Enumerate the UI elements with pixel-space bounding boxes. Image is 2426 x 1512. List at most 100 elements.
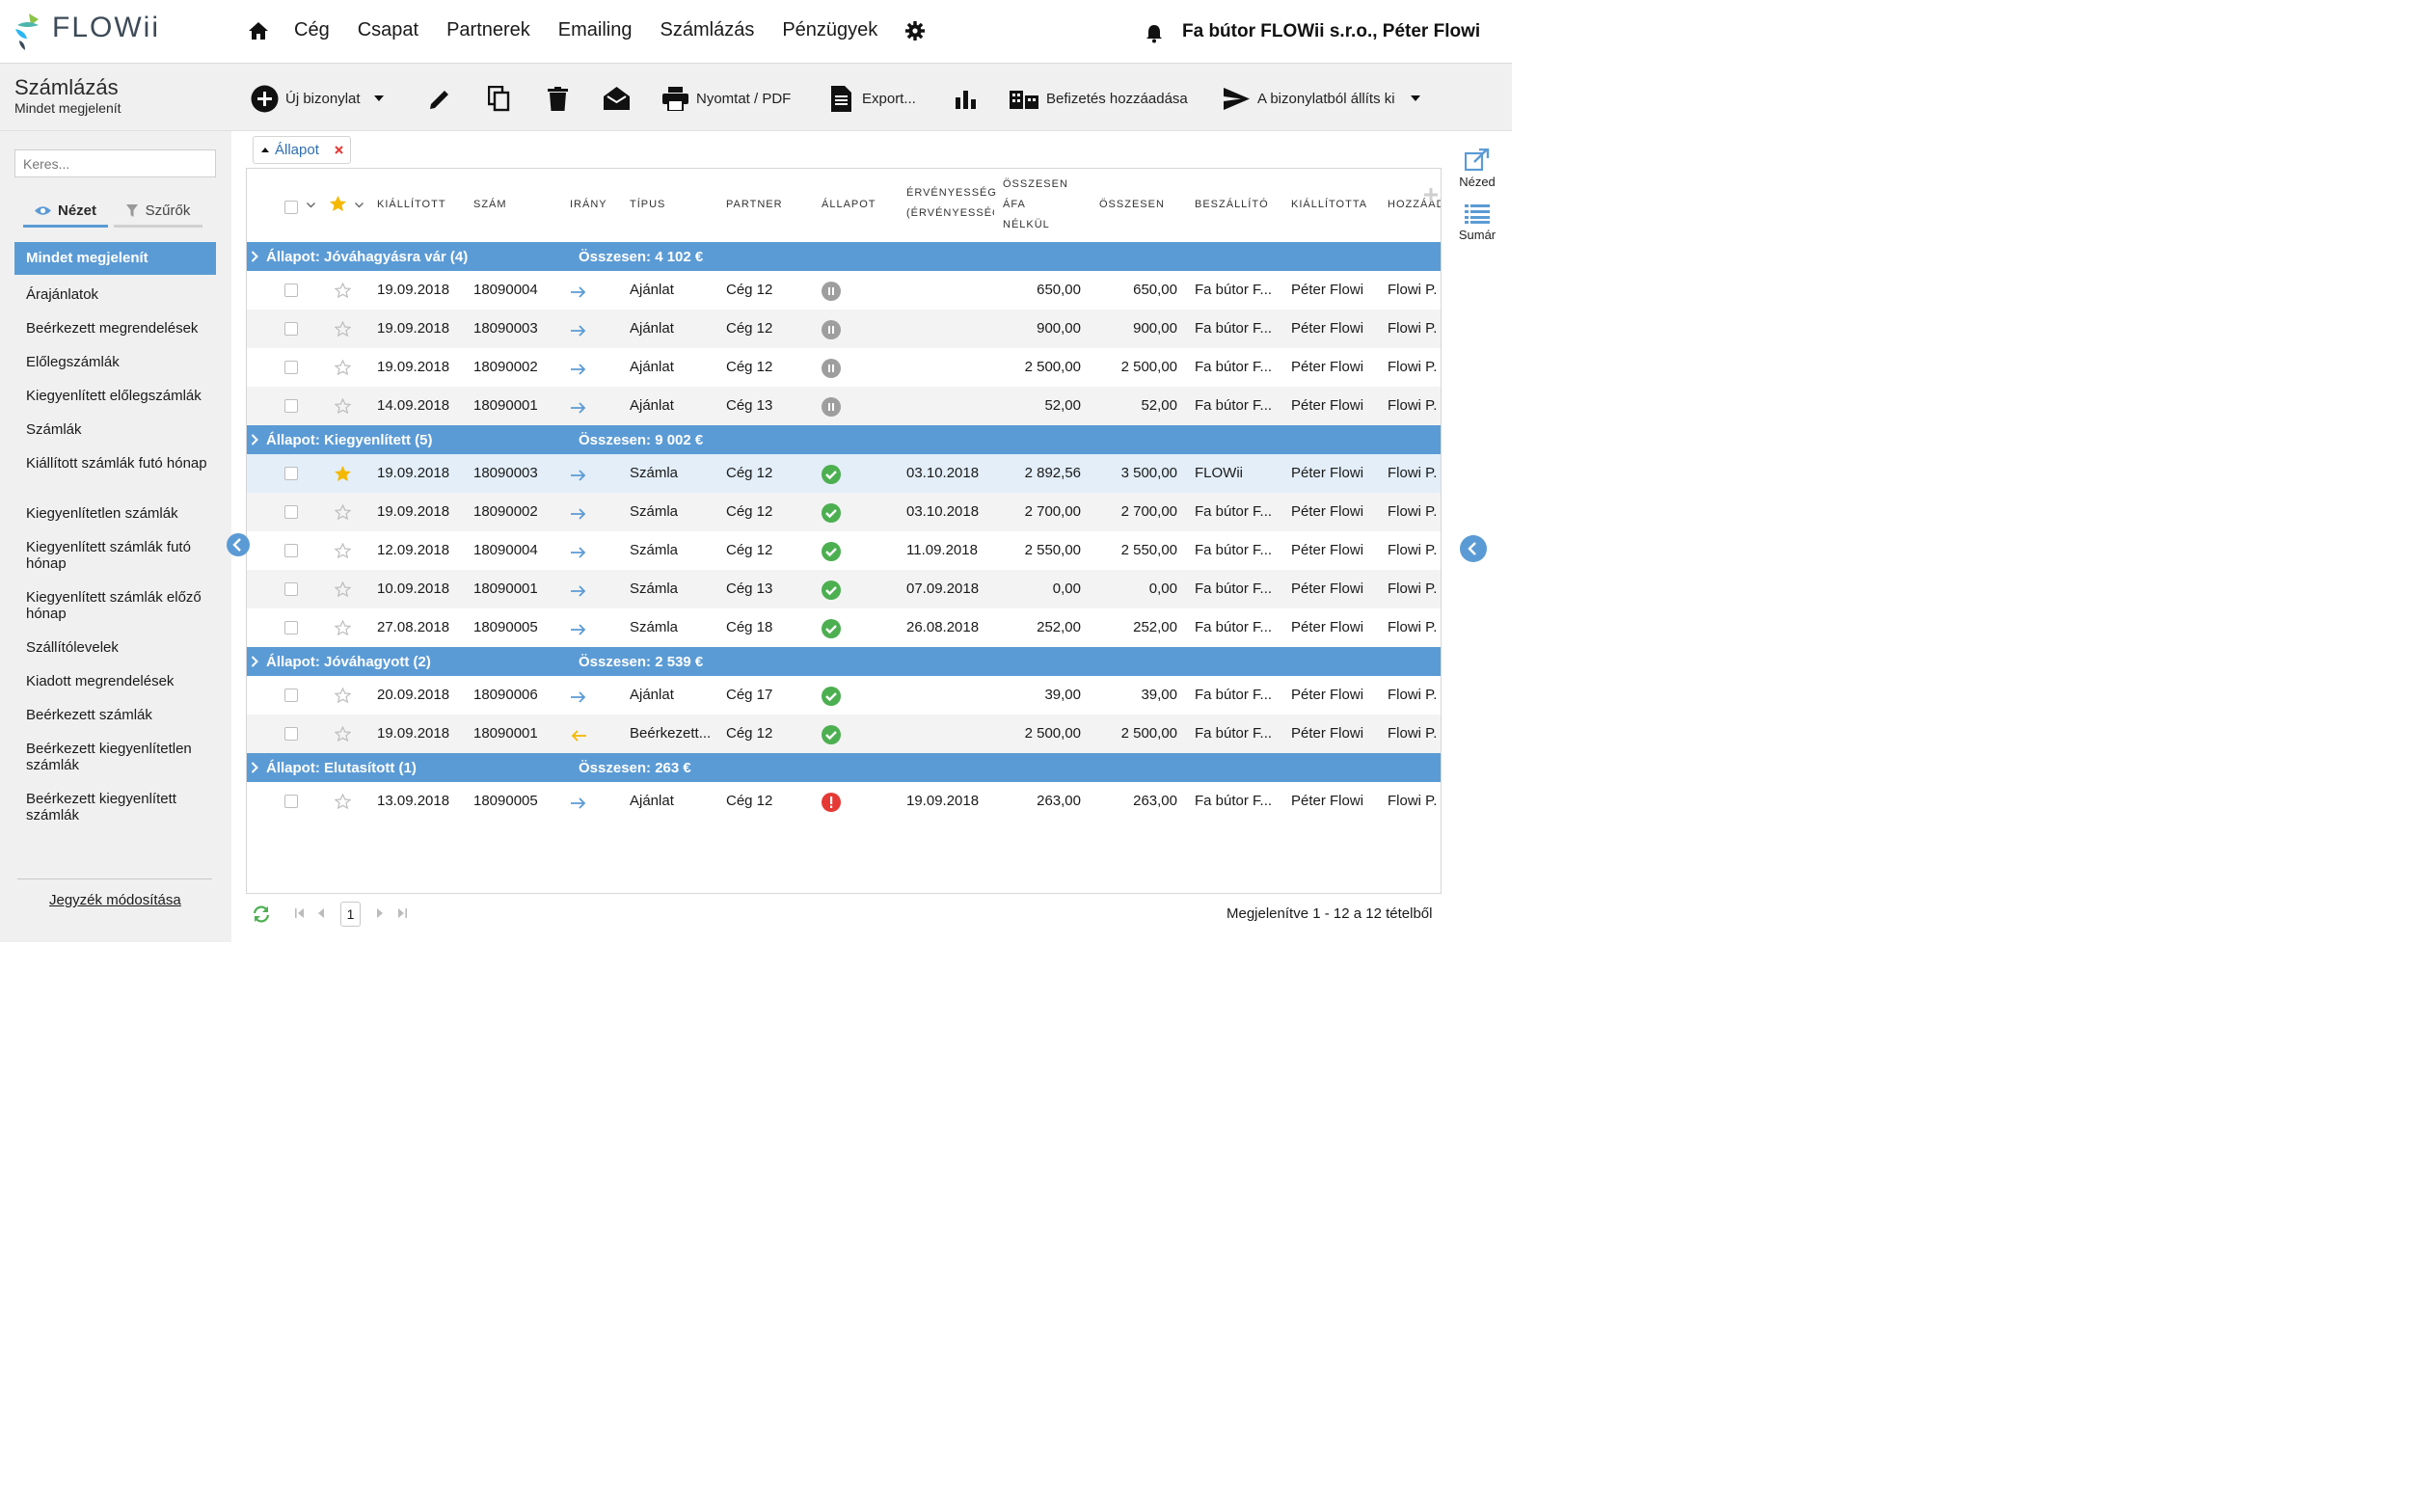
row-checkbox[interactable]	[284, 621, 298, 634]
table-row[interactable]: 13.09.2018 18090005 Ajánlat Cég 12 19.09.201…	[247, 782, 1441, 821]
sidebar-item[interactable]: Számlák	[26, 421, 209, 438]
remove-x-icon[interactable]	[335, 146, 343, 154]
col-issued[interactable]: KIÁLLÍTOTT	[377, 195, 446, 215]
email-button[interactable]	[604, 83, 630, 114]
refresh-icon[interactable]	[252, 905, 271, 923]
table-row[interactable]: 19.09.2018 18090002 Számla Cég 12 03.10.2018…	[247, 493, 1441, 531]
flowii-logo[interactable]: FLOWii	[13, 12, 168, 50]
tab-filters[interactable]: Szűrők	[114, 197, 202, 228]
collapse-right-panel-button[interactable]	[1460, 535, 1487, 562]
issue-from-document-button[interactable]: A bizonylatból állíts ki	[1224, 83, 1420, 114]
chevron-down-icon[interactable]	[307, 202, 315, 208]
chevron-right-icon[interactable]	[251, 433, 258, 449]
col-net-total[interactable]: ÖSSZESEN	[1003, 175, 1068, 195]
next-page-icon[interactable]	[376, 908, 383, 918]
sidebar-item[interactable]: Előlegszámlák	[26, 354, 209, 370]
caret-down-icon[interactable]	[1410, 95, 1420, 101]
table-row[interactable]: 19.09.2018 18090003 Ajánlat Cég 12 900,00 900…	[247, 310, 1441, 348]
row-checkbox[interactable]	[284, 688, 298, 702]
sidebar-item[interactable]: Kiegyenlített számlák előző hónap	[26, 589, 209, 622]
notification-bell-icon[interactable]	[1146, 24, 1163, 48]
print-pdf-button[interactable]: Nyomtat / PDF	[662, 83, 791, 114]
chevron-right-icon[interactable]	[251, 655, 258, 671]
caret-down-icon[interactable]	[373, 95, 384, 101]
nav-ceg[interactable]: Cég	[294, 19, 330, 41]
star-outline-icon[interactable]	[334, 687, 352, 707]
col-direction[interactable]: IRÁNY	[570, 195, 607, 215]
group-header[interactable]: Állapot: Jóváhagyásra vár (4) Összesen: 4…	[247, 242, 1441, 271]
sidebar-item[interactable]: Kiállított számlák futó hónap	[26, 455, 209, 472]
row-checkbox[interactable]	[284, 467, 298, 480]
summary-button[interactable]: Sumár	[1448, 204, 1506, 242]
star-outline-icon[interactable]	[334, 282, 352, 302]
star-outline-icon[interactable]	[334, 320, 352, 340]
col-issuer[interactable]: KIÁLLÍTOTTA	[1291, 195, 1367, 215]
star-outline-icon[interactable]	[334, 503, 352, 524]
star-filled-icon[interactable]	[335, 466, 351, 485]
table-row[interactable]: 14.09.2018 18090001 Ajánlat Cég 13 52,00 52,0…	[247, 387, 1441, 425]
table-row[interactable]: 19.09.2018 18090001 Beérkezett... Cég 12 2 5…	[247, 715, 1441, 753]
col-status[interactable]: ÁLLAPOT	[822, 195, 876, 215]
group-filter-chip[interactable]: Állapot	[253, 136, 351, 164]
sidebar-item[interactable]: Árajánlatok	[26, 286, 209, 303]
sidebar-search-input[interactable]	[14, 149, 216, 177]
nav-penzugyek[interactable]: Pénzügyek	[782, 19, 877, 41]
col-partner[interactable]: PARTNER	[726, 195, 783, 215]
edit-list-link[interactable]: Jegyzék módosítása	[49, 892, 181, 908]
star-outline-icon[interactable]	[334, 725, 352, 745]
new-document-button[interactable]: Új bizonylat	[251, 83, 384, 114]
star-outline-icon[interactable]	[334, 397, 352, 418]
col-type[interactable]: TÍPUS	[630, 195, 665, 215]
statistics-button[interactable]	[955, 83, 978, 114]
table-row[interactable]: 27.08.2018 18090005 Számla Cég 18 26.08.2018…	[247, 608, 1441, 647]
col-number[interactable]: SZÁM	[473, 195, 507, 215]
star-header-icon[interactable]	[330, 196, 346, 211]
export-button[interactable]: Export...	[831, 83, 916, 114]
table-row[interactable]: 19.09.2018 18090002 Ajánlat Cég 12 2 500,00 2…	[247, 348, 1441, 387]
add-column-icon[interactable]	[1424, 188, 1438, 202]
sidebar-item-all[interactable]: Mindet megjelenít	[14, 242, 216, 275]
settings-gear-icon[interactable]	[905, 20, 926, 40]
group-header[interactable]: Állapot: Elutasított (1) Összesen: 263 €	[247, 753, 1441, 782]
nav-partnerek[interactable]: Partnerek	[446, 19, 530, 41]
sidebar-item[interactable]: Beérkezett kiegyenlítetlen számlák	[26, 741, 209, 773]
row-checkbox[interactable]	[284, 284, 298, 297]
copy-button[interactable]	[488, 83, 510, 114]
table-row[interactable]: 10.09.2018 18090001 Számla Cég 13 07.09.2018…	[247, 570, 1441, 608]
row-checkbox[interactable]	[284, 505, 298, 519]
table-row[interactable]: 12.09.2018 18090004 Számla Cég 12 11.09.2018…	[247, 531, 1441, 570]
chevron-right-icon[interactable]	[251, 761, 258, 777]
nav-szamlazas[interactable]: Számlázás	[660, 19, 755, 41]
star-outline-icon[interactable]	[334, 359, 352, 379]
company-user-name[interactable]: Fa bútor FLOWii s.r.o., Péter Flowi	[1182, 21, 1480, 42]
sidebar-item[interactable]: Beérkezett megrendelések	[26, 320, 209, 337]
select-all-checkbox[interactable]	[284, 201, 298, 214]
row-checkbox[interactable]	[284, 795, 298, 808]
chevron-right-icon[interactable]	[251, 250, 258, 266]
nav-emailing[interactable]: Emailing	[558, 19, 633, 41]
star-outline-icon[interactable]	[334, 619, 352, 639]
row-checkbox[interactable]	[284, 361, 298, 374]
prev-page-icon[interactable]	[318, 908, 325, 918]
table-row[interactable]: 19.09.2018 18090003 Számla Cég 12 03.10.2018…	[247, 454, 1441, 493]
chevron-down-icon[interactable]	[355, 202, 364, 208]
sidebar-item[interactable]: Beérkezett számlák	[26, 707, 209, 723]
col-supplier[interactable]: BESZÁLLÍTÓ	[1195, 195, 1269, 215]
last-page-icon[interactable]	[397, 908, 407, 918]
sidebar-item[interactable]: Kiegyenlített számlák futó hónap	[26, 539, 209, 572]
sidebar-item[interactable]: Szállítólevelek	[26, 639, 209, 656]
col-total[interactable]: ÖSSZESEN	[1099, 195, 1165, 215]
sidebar-item[interactable]: Kiegyenlítetlen számlák	[26, 505, 209, 522]
nav-csapat[interactable]: Csapat	[358, 19, 418, 41]
star-outline-icon[interactable]	[334, 580, 352, 601]
page-number[interactable]: 1	[340, 902, 361, 927]
col-validity[interactable]: ÉRVÉNYESSÉG	[906, 183, 997, 203]
first-page-icon[interactable]	[295, 908, 305, 918]
star-outline-icon[interactable]	[334, 542, 352, 562]
group-header[interactable]: Állapot: Kiegyenlített (5) Összesen: 9 00…	[247, 425, 1441, 454]
view-external-button[interactable]: Nézed	[1448, 148, 1506, 189]
add-payment-button[interactable]: Befizetés hozzáadása	[1010, 83, 1188, 114]
row-checkbox[interactable]	[284, 582, 298, 596]
row-checkbox[interactable]	[284, 322, 298, 336]
home-icon[interactable]	[248, 21, 269, 40]
